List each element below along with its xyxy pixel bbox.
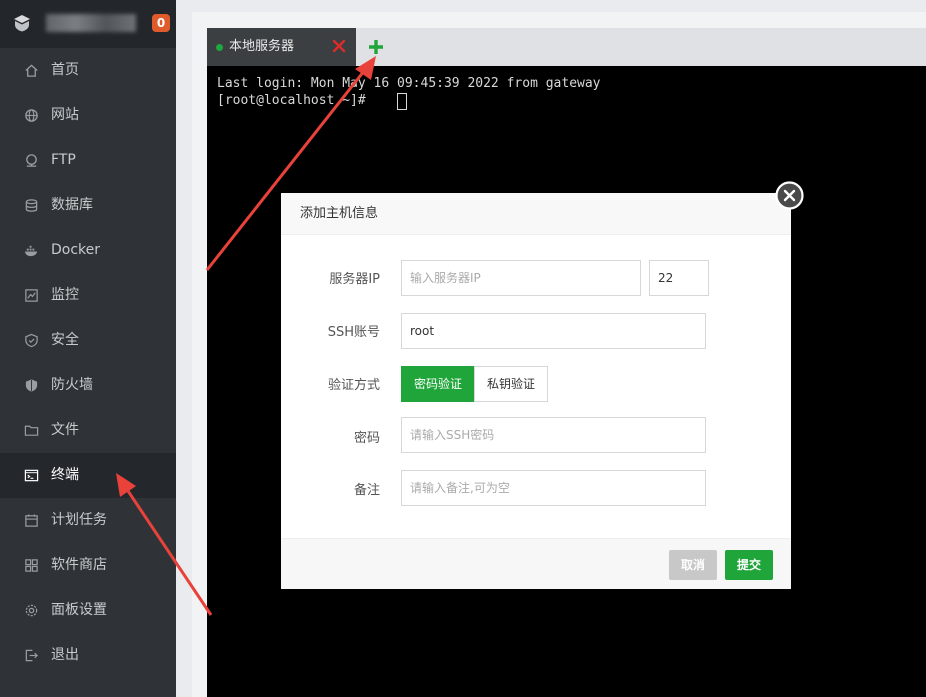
sidebar-item-website[interactable]: 网站	[0, 93, 176, 138]
calendar-icon	[25, 514, 38, 527]
sidebar-item-app-store[interactable]: 软件商店	[0, 543, 176, 588]
ssh-user-label: SSH账号	[327, 325, 380, 340]
server-ip-input[interactable]	[401, 260, 641, 296]
add-host-dialog: 添加主机信息 服务器IP SSH账号 验证方式 密码验证 私钥验证 密码 备注 …	[281, 193, 791, 589]
auth-password-button[interactable]: 密码验证	[401, 366, 475, 402]
sidebar-item-label: 计划任务	[51, 512, 107, 528]
monitor-icon	[25, 289, 38, 302]
terminal-tab[interactable]: 本地服务器	[207, 28, 356, 66]
submit-button[interactable]: 提交	[725, 550, 773, 580]
sidebar-item-label: 面板设置	[51, 602, 107, 618]
apps-icon	[25, 559, 38, 572]
gear-icon	[25, 604, 38, 617]
sidebar-item-home[interactable]: 首页	[0, 48, 176, 93]
terminal-tab-label: 本地服务器	[229, 39, 295, 54]
sidebar-item-label: 软件商店	[51, 557, 107, 573]
password-input[interactable]	[401, 417, 706, 453]
firewall-icon	[25, 379, 38, 392]
database-icon	[25, 199, 38, 212]
auth-method-label: 验证方式	[327, 378, 380, 393]
sidebar-item-database[interactable]: 数据库	[0, 183, 176, 228]
home-icon	[25, 64, 38, 77]
logout-icon	[25, 649, 38, 662]
port-input[interactable]	[649, 260, 709, 296]
docker-icon	[24, 245, 38, 257]
sidebar-item-label: 防火墙	[51, 377, 93, 393]
close-tab-icon[interactable]	[331, 38, 347, 54]
status-dot-icon	[216, 44, 223, 51]
sidebar-item-cron[interactable]: 计划任务	[0, 498, 176, 543]
sidebar: 0 首页 网站 FTP 数据库 Docker 监控 安全 防火墙 文件 终端 计…	[0, 0, 176, 697]
server-ip-label: 服务器IP	[329, 272, 380, 287]
sidebar-item-label: 首页	[51, 62, 79, 78]
password-label: 密码	[353, 431, 380, 446]
cancel-button[interactable]: 取消	[669, 550, 717, 580]
sidebar-item-logout[interactable]: 退出	[0, 633, 176, 678]
sidebar-item-monitor[interactable]: 监控	[0, 273, 176, 318]
sidebar-item-label: FTP	[51, 152, 76, 168]
sidebar-item-label: 文件	[51, 422, 79, 438]
sidebar-header: 0	[0, 0, 176, 48]
sidebar-item-label: 网站	[51, 107, 79, 123]
dialog-title: 添加主机信息	[300, 206, 379, 221]
sidebar-item-files[interactable]: 文件	[0, 408, 176, 453]
sidebar-item-label: 数据库	[51, 197, 93, 213]
add-tab-icon[interactable]	[367, 38, 385, 56]
sidebar-item-ftp[interactable]: FTP	[0, 138, 176, 183]
auth-key-button[interactable]: 私钥验证	[474, 366, 548, 402]
terminal-icon	[24, 469, 39, 482]
globe-icon	[25, 109, 38, 122]
terminal-line: Last login: Mon May 16 09:45:39 2022 fro…	[217, 76, 601, 91]
shield-icon	[25, 333, 38, 348]
sidebar-item-terminal[interactable]: 终端	[0, 453, 176, 498]
folder-icon	[24, 425, 39, 436]
sidebar-item-label: 安全	[51, 332, 79, 348]
dialog-header: 添加主机信息	[281, 193, 791, 235]
dialog-footer: 取消 提交	[281, 538, 791, 589]
dialog-close-icon[interactable]	[775, 181, 804, 210]
notification-badge[interactable]: 0	[152, 14, 170, 32]
ssh-user-input[interactable]	[401, 313, 706, 349]
sidebar-item-firewall[interactable]: 防火墙	[0, 363, 176, 408]
terminal-cursor	[397, 93, 407, 110]
brand-name-redacted	[46, 14, 136, 32]
note-input[interactable]	[401, 470, 706, 506]
sidebar-item-settings[interactable]: 面板设置	[0, 588, 176, 633]
logo-icon	[14, 15, 30, 32]
ftp-icon	[26, 154, 37, 167]
sidebar-item-docker[interactable]: Docker	[0, 228, 176, 273]
note-label: 备注	[353, 483, 380, 498]
sidebar-item-label: Docker	[51, 242, 101, 258]
terminal-prompt: [root@localhost ~]#	[217, 93, 374, 108]
sidebar-item-security[interactable]: 安全	[0, 318, 176, 363]
sidebar-item-label: 终端	[51, 467, 79, 483]
sidebar-item-label: 退出	[51, 647, 79, 663]
sidebar-item-label: 监控	[51, 287, 79, 303]
